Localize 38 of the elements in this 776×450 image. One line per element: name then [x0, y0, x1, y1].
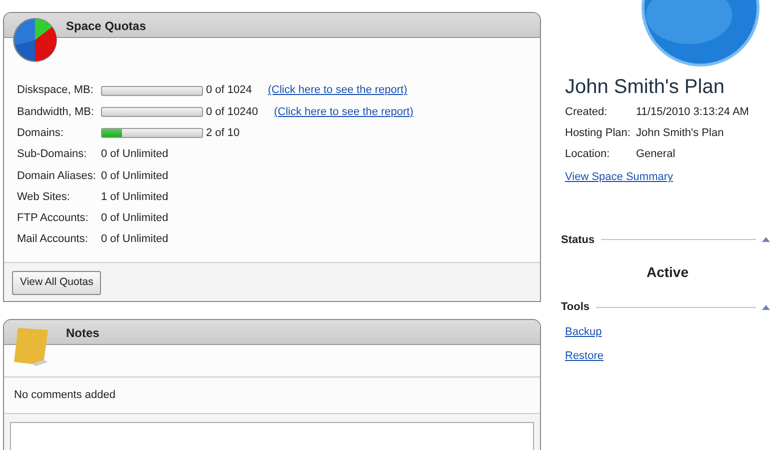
quota-label: Sub-Domains: — [17, 147, 88, 162]
quota-label: Domain Aliases: — [17, 168, 97, 184]
status-value: Active — [646, 264, 689, 280]
quota-value: 0 of 1024 — [206, 83, 252, 98]
quota-value: 1 of Unlimited — [101, 190, 168, 205]
tool-link[interactable]: Backup — [565, 324, 602, 340]
quota-label: Diskspace, MB: — [17, 83, 94, 98]
panel-title: Notes — [66, 326, 100, 340]
quota-value: 0 of Unlimited — [101, 168, 168, 184]
detail-label: Created: — [565, 105, 608, 120]
detail-label: Hosting Plan: — [565, 126, 632, 142]
plan-title: John Smith's Plan — [565, 76, 726, 98]
quota-label: Mail Accounts: — [17, 232, 89, 248]
view-space-summary-link[interactable]: View Space Summary — [565, 169, 674, 186]
quota-value: 0 of Unlimited — [101, 147, 168, 162]
detail-label: Location: — [565, 147, 611, 162]
detail-value: General — [636, 147, 676, 162]
detail-value: John Smith's Plan — [636, 126, 724, 142]
notes-textarea[interactable] — [10, 422, 534, 450]
quota-label: FTP Accounts: — [17, 211, 90, 226]
view-all-quotas-button[interactable]: View All Quotas — [12, 271, 102, 296]
quota-value: 2 of 10 — [206, 126, 240, 141]
report-link[interactable]: (Click here to see the report) — [274, 104, 414, 120]
panel-title: Space Quotas — [66, 19, 146, 33]
collapse-icon[interactable] — [762, 237, 770, 242]
quota-value: 0 of Unlimited — [101, 211, 168, 226]
notes-message: No comments added — [14, 389, 116, 402]
section-title: Tools — [561, 300, 590, 315]
tool-link[interactable]: Restore — [565, 348, 604, 364]
quota-label: Domains: — [17, 126, 64, 141]
quota-value: 0 of 10240 — [206, 104, 258, 120]
collapse-icon[interactable] — [762, 304, 770, 310]
quota-label: Web Sites: — [17, 190, 71, 205]
report-link[interactable]: (Click here to see the report) — [268, 82, 408, 99]
detail-value: 11/15/2010 3:13:24 AM — [636, 105, 749, 120]
section-title: Status — [561, 232, 595, 248]
quota-label: Bandwidth, MB: — [17, 104, 96, 120]
quota-value: 0 of Unlimited — [101, 232, 168, 248]
